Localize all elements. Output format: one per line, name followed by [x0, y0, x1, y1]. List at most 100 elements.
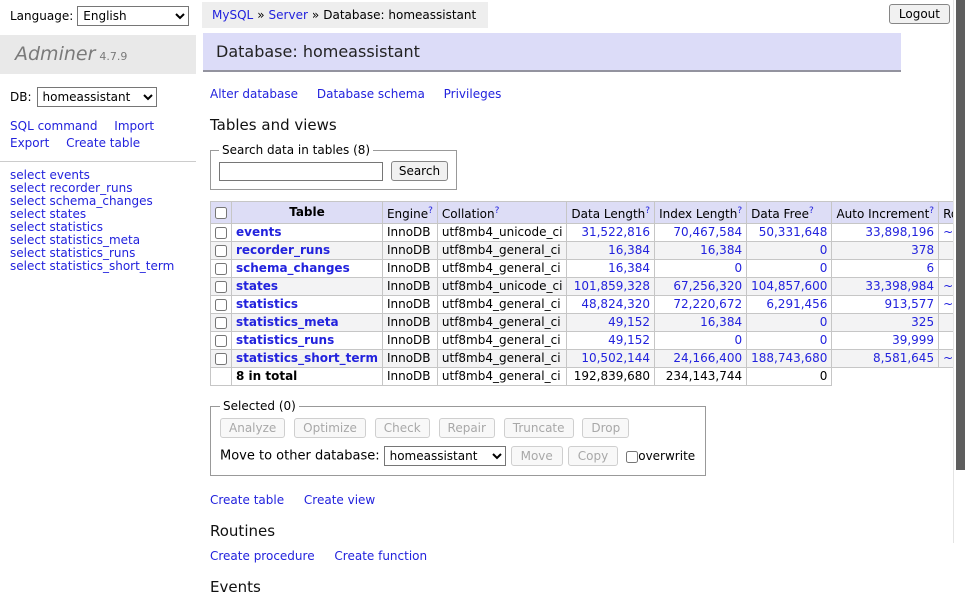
db-select[interactable]: homeassistant: [37, 87, 157, 107]
data-length-cell: 101,859,328: [567, 278, 655, 296]
sidebar-export-link[interactable]: Export: [10, 136, 49, 150]
db-label: DB:: [10, 90, 32, 104]
table-link-statistics_short_term[interactable]: statistics_short_term: [236, 351, 378, 365]
language-label: Language:: [10, 9, 73, 23]
help-link-index-length[interactable]: ?: [737, 206, 742, 216]
overwrite-checkbox[interactable]: [626, 451, 638, 463]
table-link-statistics_meta[interactable]: statistics_meta: [236, 315, 339, 329]
table-link-states[interactable]: states: [236, 279, 278, 293]
data-free-cell: 6,291,456: [747, 296, 832, 314]
selected-fieldset: Selected (0) Analyze Optimize Check Repa…: [210, 399, 706, 476]
move-database-select[interactable]: homeassistant: [384, 446, 506, 466]
move-button[interactable]: Move: [511, 446, 563, 466]
table-link-schema_changes[interactable]: schema_changes: [236, 261, 350, 275]
row-checkbox-statistics_meta[interactable]: [215, 317, 227, 329]
total-data-free-cell: 0: [747, 368, 832, 386]
table-link-statistics_runs[interactable]: statistics_runs: [236, 333, 334, 347]
truncate-button[interactable]: Truncate: [504, 418, 574, 438]
database-schema-link[interactable]: Database schema: [317, 87, 425, 101]
help-link-data-length[interactable]: ?: [645, 206, 650, 216]
routine-links: Create procedure Create function: [210, 549, 954, 563]
database-actions: Alter database Database schema Privilege…: [210, 87, 954, 101]
table-link-recorder_runs[interactable]: recorder_runs: [236, 243, 330, 257]
column-header-engine: Engine: [387, 207, 428, 221]
row-checkbox-statistics[interactable]: [215, 299, 227, 311]
create-function-link[interactable]: Create function: [334, 549, 427, 563]
table-header-row: TableEngine?Collation?Data Length?Index …: [211, 202, 966, 224]
data-free-cell: 0: [747, 314, 832, 332]
breadcrumb-current: Database: homeassistant: [323, 8, 476, 22]
app-version[interactable]: 4.7.9: [99, 50, 127, 63]
create-procedure-link[interactable]: Create procedure: [210, 549, 315, 563]
breadcrumb-server-link[interactable]: Server: [269, 8, 308, 22]
data-free-cell: 0: [747, 332, 832, 350]
selected-legend: Selected (0): [220, 399, 299, 413]
collation-cell: utf8mb4_unicode_ci: [437, 224, 567, 242]
auto-increment-cell: 378: [832, 242, 939, 260]
sidebar-sql-command-link[interactable]: SQL command: [10, 119, 97, 133]
help-link-data-free[interactable]: ?: [809, 206, 814, 216]
sidebar: Language: English Adminer 4.7.9 DB: homeass…: [0, 0, 196, 273]
row-checkbox-events[interactable]: [215, 227, 227, 239]
search-legend: Search data in tables (8): [219, 143, 373, 157]
collation-cell: utf8mb4_general_ci: [437, 332, 567, 350]
breadcrumb-mysql-link[interactable]: MySQL: [212, 8, 253, 22]
analyze-button[interactable]: Analyze: [220, 418, 285, 438]
data-free-cell: 104,857,600: [747, 278, 832, 296]
row-checkbox-states[interactable]: [215, 281, 227, 293]
row-checkbox-recorder_runs[interactable]: [215, 245, 227, 257]
table-row: schema_changesInnoDButf8mb4_general_ci16…: [211, 260, 966, 278]
row-checkbox-statistics_runs[interactable]: [215, 335, 227, 347]
engine-cell: InnoDB: [382, 242, 437, 260]
total-data-length-cell: 192,839,680: [567, 368, 655, 386]
drop-button[interactable]: Drop: [582, 418, 629, 438]
search-button[interactable]: Search: [391, 161, 448, 181]
data-free-cell: 0: [747, 242, 832, 260]
sidebar-item-select-statistics-short-term[interactable]: select statistics_short_term: [10, 260, 196, 273]
repair-button[interactable]: Repair: [439, 418, 495, 438]
data-free-cell: 188,743,680: [747, 350, 832, 368]
create-view-link[interactable]: Create view: [304, 493, 375, 507]
table-row: statistics_runsInnoDButf8mb4_general_ci4…: [211, 332, 966, 350]
app-logo: Adminer 4.7.9: [0, 35, 196, 74]
logout-button[interactable]: Logout: [889, 4, 950, 24]
table-row: statistics_short_termInnoDButf8mb4_gener…: [211, 350, 966, 368]
check-button[interactable]: Check: [375, 418, 430, 438]
table-link-events[interactable]: events: [236, 225, 282, 239]
help-link-auto-increment[interactable]: ?: [929, 206, 934, 216]
column-header-index-length: Index Length: [659, 207, 737, 221]
collation-cell: utf8mb4_general_ci: [437, 242, 567, 260]
copy-button[interactable]: Copy: [568, 446, 618, 466]
table-total-row: 8 in totalInnoDButf8mb4_general_ci192,83…: [211, 368, 966, 386]
data-length-cell: 16,384: [567, 260, 655, 278]
column-header-table: Table: [289, 205, 325, 219]
auto-increment-cell: 913,577: [832, 296, 939, 314]
sidebar-import-link[interactable]: Import: [114, 119, 154, 133]
sidebar-create-table-link[interactable]: Create table: [66, 136, 140, 150]
privileges-link[interactable]: Privileges: [444, 87, 502, 101]
help-link-engine[interactable]: ?: [428, 206, 433, 216]
vertical-scrollbar[interactable]: [953, 0, 966, 543]
select-all-checkbox[interactable]: [215, 207, 227, 219]
optimize-button[interactable]: Optimize: [294, 418, 366, 438]
index-length-cell: 0: [655, 260, 747, 278]
index-length-cell: 72,220,672: [655, 296, 747, 314]
search-input[interactable]: [219, 162, 383, 181]
create-table-link[interactable]: Create table: [210, 493, 284, 507]
data-length-cell: 16,384: [567, 242, 655, 260]
engine-cell: InnoDB: [382, 278, 437, 296]
scrollbar-thumb[interactable]: [956, 0, 965, 470]
table-row: statistics_metaInnoDButf8mb4_general_ci4…: [211, 314, 966, 332]
table-link-statistics[interactable]: statistics: [236, 297, 298, 311]
index-length-cell: 0: [655, 332, 747, 350]
app-name: Adminer: [15, 43, 95, 65]
column-header-collation: Collation: [442, 207, 495, 221]
collation-cell: utf8mb4_unicode_ci: [437, 278, 567, 296]
engine-cell: InnoDB: [382, 314, 437, 332]
language-select[interactable]: English: [77, 6, 189, 26]
breadcrumb-separator: »: [312, 8, 319, 22]
row-checkbox-statistics_short_term[interactable]: [215, 353, 227, 365]
row-checkbox-schema_changes[interactable]: [215, 263, 227, 275]
help-link-collation[interactable]: ?: [495, 206, 500, 216]
alter-database-link[interactable]: Alter database: [210, 87, 298, 101]
